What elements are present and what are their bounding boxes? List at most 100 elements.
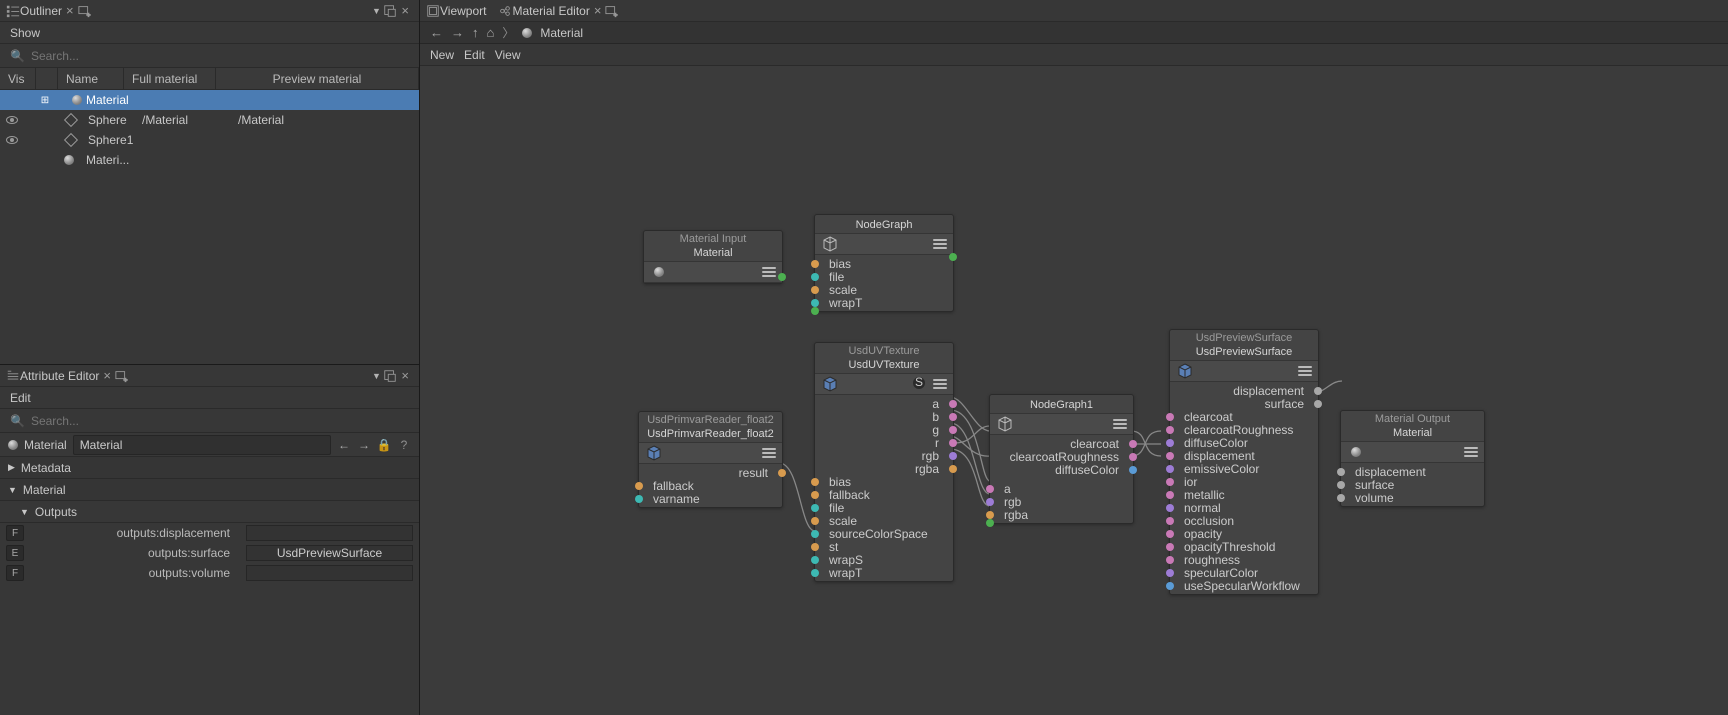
attr-value[interactable]: UsdPreviewSurface xyxy=(246,545,413,561)
nav-up-icon[interactable]: ↑ xyxy=(472,25,479,40)
output-port[interactable]: clearcoatRoughness xyxy=(990,450,1133,463)
input-port[interactable]: clearcoatRoughness xyxy=(1170,423,1318,436)
col-preview[interactable]: Preview material xyxy=(216,68,419,89)
node-material-input[interactable]: Material Input Material xyxy=(643,230,783,284)
input-port[interactable]: file xyxy=(815,501,953,514)
input-port[interactable]: wrapT xyxy=(815,296,953,309)
output-port[interactable]: b xyxy=(815,410,953,423)
visibility-icon[interactable] xyxy=(6,116,18,124)
output-port[interactable]: diffuseColor xyxy=(990,463,1133,476)
panel-close-icon[interactable]: × xyxy=(397,3,413,18)
input-port[interactable]: clearcoat xyxy=(1170,410,1318,423)
section-metadata[interactable]: ▶ Metadata xyxy=(0,457,419,479)
node-graph[interactable]: Material Input Material NodeGraph bias f… xyxy=(420,66,1728,715)
node-uvtexture[interactable]: UsdUVTexture UsdUVTexture S a b g r rgb … xyxy=(814,342,954,582)
attr-search-input[interactable] xyxy=(31,414,409,428)
input-port[interactable]: fallback xyxy=(639,479,782,492)
node-menu-icon[interactable] xyxy=(933,237,947,251)
node-preview-surface[interactable]: UsdPreviewSurface UsdPreviewSurface disp… xyxy=(1169,329,1319,595)
col-name[interactable]: Name xyxy=(58,68,124,89)
edit-menu[interactable]: Edit xyxy=(10,391,31,405)
input-port[interactable]: useSpecularWorkflow xyxy=(1170,579,1318,592)
input-port[interactable]: roughness xyxy=(1170,553,1318,566)
close-icon[interactable]: × xyxy=(590,3,606,18)
input-port[interactable]: displacement xyxy=(1170,449,1318,462)
nav-back-icon[interactable]: ← xyxy=(337,438,351,452)
input-port[interactable]: displacement xyxy=(1341,465,1484,478)
node-menu-icon[interactable] xyxy=(762,446,776,460)
extra-port[interactable] xyxy=(986,519,994,527)
dropdown-icon[interactable]: ▼ xyxy=(369,369,383,383)
attr-value[interactable] xyxy=(246,525,413,541)
col-vis[interactable]: Vis xyxy=(0,68,36,89)
input-port[interactable]: diffuseColor xyxy=(1170,436,1318,449)
nav-back-icon[interactable]: ← xyxy=(430,25,443,40)
extra-port[interactable] xyxy=(811,307,819,315)
input-port[interactable]: bias xyxy=(815,257,953,270)
input-port[interactable]: normal xyxy=(1170,501,1318,514)
tree-row-sphere[interactable]: Sphere /Material /Material xyxy=(0,110,419,130)
dropdown-icon[interactable]: ▼ xyxy=(369,4,383,18)
input-port[interactable]: emissiveColor xyxy=(1170,462,1318,475)
close-icon[interactable]: × xyxy=(62,3,78,18)
input-port[interactable]: metallic xyxy=(1170,488,1318,501)
input-port[interactable]: opacity xyxy=(1170,527,1318,540)
output-port[interactable]: a xyxy=(815,397,953,410)
lock-icon[interactable]: 🔒 xyxy=(377,438,391,452)
input-port[interactable]: sourceColorSpace xyxy=(815,527,953,540)
add-tab-icon[interactable] xyxy=(605,4,619,18)
node-menu-icon[interactable] xyxy=(1464,445,1478,459)
output-port[interactable]: surface xyxy=(1170,397,1318,410)
node-menu-icon[interactable] xyxy=(933,377,947,391)
output-port[interactable]: r xyxy=(815,436,953,449)
input-port[interactable]: wrapS xyxy=(815,553,953,566)
attr-value[interactable] xyxy=(246,565,413,581)
tab-viewport[interactable]: Viewport xyxy=(440,4,486,18)
input-port[interactable]: file xyxy=(815,270,953,283)
help-icon[interactable]: ? xyxy=(397,438,411,452)
close-icon[interactable]: × xyxy=(99,368,115,383)
outliner-search-input[interactable] xyxy=(31,49,409,63)
input-port[interactable]: a xyxy=(990,482,1133,495)
input-port[interactable]: volume xyxy=(1341,491,1484,504)
node-menu-icon[interactable] xyxy=(762,265,776,279)
output-port[interactable]: g xyxy=(815,423,953,436)
input-port[interactable]: bias xyxy=(815,475,953,488)
input-port[interactable]: specularColor xyxy=(1170,566,1318,579)
output-port[interactable] xyxy=(778,273,786,281)
panel-close-icon[interactable]: × xyxy=(397,368,413,383)
menu-view[interactable]: View xyxy=(495,48,521,62)
home-icon[interactable]: ⌂ xyxy=(487,25,495,40)
visibility-icon[interactable] xyxy=(6,136,18,144)
input-port[interactable]: wrapT xyxy=(815,566,953,579)
add-tab-icon[interactable] xyxy=(115,369,129,383)
tree-row-sphere1[interactable]: Sphere1 xyxy=(0,130,419,150)
node-menu-icon[interactable] xyxy=(1113,417,1127,431)
menu-edit[interactable]: Edit xyxy=(464,48,485,62)
output-port[interactable]: clearcoat xyxy=(990,437,1133,450)
input-port[interactable]: rgb xyxy=(990,495,1133,508)
node-material-output[interactable]: Material Output Material displacement su… xyxy=(1340,410,1485,507)
input-port[interactable]: scale xyxy=(815,514,953,527)
nav-forward-icon[interactable]: → xyxy=(357,438,371,452)
nav-forward-icon[interactable]: → xyxy=(451,25,464,40)
popout-icon[interactable] xyxy=(383,4,397,18)
tree-row-material2[interactable]: Materi... xyxy=(0,150,419,170)
node-nodegraph1[interactable]: NodeGraph1 clearcoat clearcoatRoughness … xyxy=(989,394,1134,524)
input-port[interactable]: scale xyxy=(815,283,953,296)
expand-icon[interactable]: ⊞ xyxy=(40,95,50,105)
node-nodegraph[interactable]: NodeGraph bias file scale wrapT xyxy=(814,214,954,312)
menu-new[interactable]: New xyxy=(430,48,454,62)
crumb-root[interactable]: Material xyxy=(540,26,583,40)
input-port[interactable]: ior xyxy=(1170,475,1318,488)
section-outputs[interactable]: ▼ Outputs xyxy=(0,501,419,523)
output-port[interactable]: rgb xyxy=(815,449,953,462)
tab-material-editor[interactable]: Material Editor xyxy=(512,4,589,18)
output-port[interactable]: rgba xyxy=(815,462,953,475)
input-port[interactable]: rgba xyxy=(990,508,1133,521)
input-port[interactable]: varname xyxy=(639,492,782,505)
input-port[interactable]: surface xyxy=(1341,478,1484,491)
breadcrumb-input[interactable] xyxy=(73,435,331,455)
show-menu[interactable]: Show xyxy=(10,26,40,40)
node-primvar-reader[interactable]: UsdPrimvarReader_float2 UsdPrimvarReader… xyxy=(638,411,783,508)
